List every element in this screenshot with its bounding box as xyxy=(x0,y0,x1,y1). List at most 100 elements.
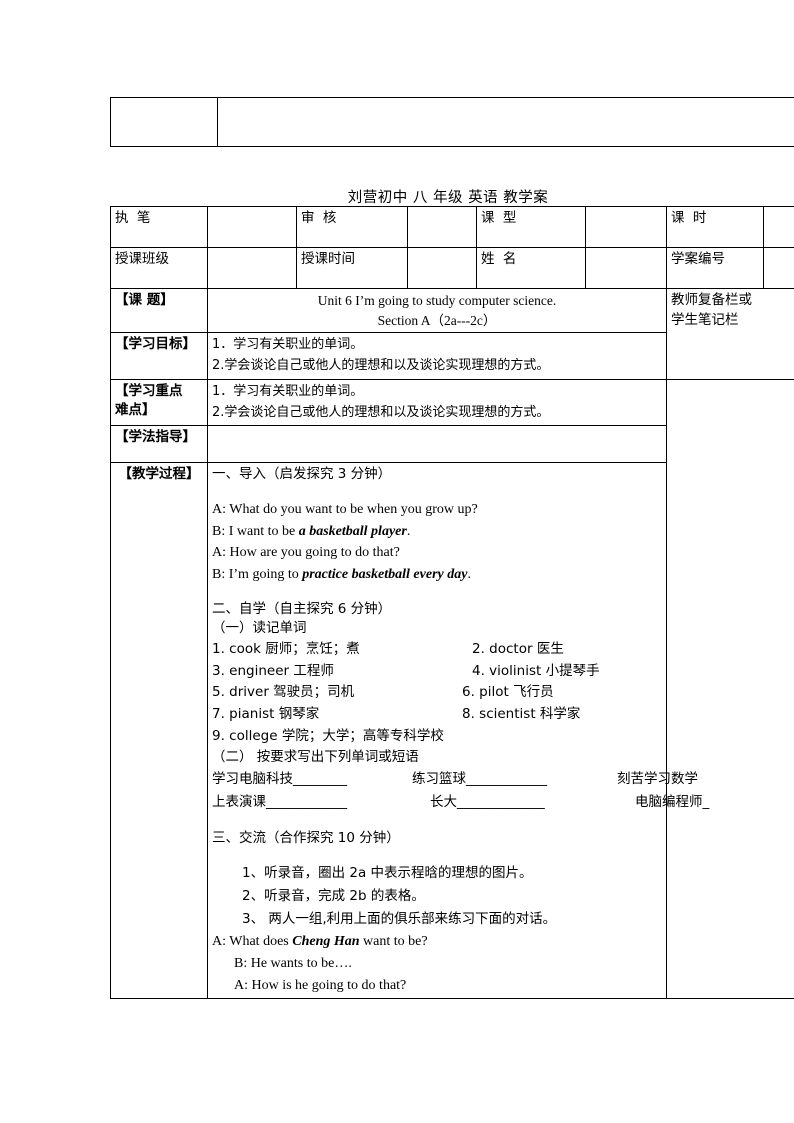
dialog-emphasis: practice basketball every day xyxy=(302,566,468,582)
meta-value-class[interactable] xyxy=(207,247,297,289)
meta-value-date[interactable] xyxy=(407,247,477,289)
key-point-line-2: 2.学会谈论自己或他人的理想和以及谈论实现理想的方式。 xyxy=(212,404,550,420)
method-guide-content[interactable] xyxy=(207,425,667,464)
table-row: 授课班级 授课时间 姓 名 学案编号 xyxy=(110,247,794,289)
section-label-objectives: 【学习目标】 xyxy=(110,332,208,380)
meta-label-date: 授课时间 xyxy=(296,247,408,289)
vocab-entry: 9. college 学院；大学；高等专科学校 xyxy=(212,728,444,745)
part2-heading: 二、自学（自主探究 6 分钟） xyxy=(212,600,392,617)
dialog-emphasis: a basketball player xyxy=(298,523,407,539)
dialog-text: What does xyxy=(226,934,293,950)
dialog-line: A: What does Cheng Han want to be? xyxy=(212,931,662,953)
list-item: 3. engineer 工程师 4. violinist 小提琴手 xyxy=(212,661,662,683)
section-label-process: 【教学过程】 xyxy=(110,462,208,1000)
fill-blank-item[interactable]: 练习篮球____________ xyxy=(412,768,617,792)
dialog-speaker: B: xyxy=(212,566,226,582)
dialog-text: He wants to be…. xyxy=(247,955,352,971)
topic-line-2: Section A（2a---2c） xyxy=(377,312,497,328)
vocab-entry: 7. pianist 钢琴家 xyxy=(212,706,320,723)
meta-label-reviewer: 审 核 xyxy=(296,206,408,248)
part1-heading: 一、导入（启发探究 3 分钟） xyxy=(212,466,392,483)
dialog-line: A: How are you going to do that? xyxy=(212,542,662,564)
meta-value-lesson-type[interactable] xyxy=(585,206,667,248)
part2-sub1: （一）读记单词 xyxy=(212,620,307,637)
fill-blank-item[interactable]: 上表演课____________ xyxy=(212,791,412,815)
dialog-line: B: I want to be a basketball player. xyxy=(212,521,662,543)
top-empty-table xyxy=(110,97,794,147)
key-points-content: 1．学习有关职业的单词。 2.学会谈论自己或他人的理想和以及谈论实现理想的方式。 xyxy=(207,378,667,427)
list-item: 5. driver 驾驶员；司机 6. pilot 飞行员 xyxy=(212,682,662,704)
key-points-label-line-1: 【学习重点 xyxy=(115,382,183,399)
meta-label-plan-number: 学案编号 xyxy=(666,247,764,289)
key-point-line-1: 1．学习有关职业的单词。 xyxy=(212,383,364,399)
key-points-label-line-2: 难点】 xyxy=(115,402,156,419)
meta-value-plan-number[interactable] xyxy=(763,247,794,289)
meta-label-name: 姓 名 xyxy=(476,247,586,289)
list-item: 1. cook 厨师；烹饪；煮 2. doctor 医生 xyxy=(212,639,662,661)
notes-line-1: 教师复备栏或 xyxy=(671,292,752,308)
meta-label-periods: 课 时 xyxy=(666,206,764,248)
meta-label-author: 执 笔 xyxy=(110,206,208,248)
fill-blank-item[interactable]: 长大_____________ xyxy=(412,791,635,815)
notes-line-2: 学生笔记栏 xyxy=(671,311,739,328)
table-row: 执 笔 审 核 课 型 课 时 xyxy=(110,206,794,248)
dialog-text: I want to be xyxy=(225,523,299,539)
dialog-line: B: I’m going to practice basketball ever… xyxy=(212,564,662,586)
section-label-topic: 【课 题】 xyxy=(110,287,208,334)
meta-value-periods[interactable] xyxy=(763,206,794,248)
table-row: 【学习重点 难点】 1．学习有关职业的单词。 2.学会谈论自己或他人的理想和以及… xyxy=(110,378,794,1000)
meta-label-lesson-type: 课 型 xyxy=(476,206,586,248)
dialog-line: A: What do you want to be when you grow … xyxy=(212,499,662,521)
part3-dialog: A: What does Cheng Han want to be? B: He… xyxy=(212,931,662,996)
task-list: 1、听录音，圈出 2a 中表示程晗的理想的图片。 2、听录音，完成 2b 的表格… xyxy=(212,862,662,931)
list-item: 7. pianist 钢琴家 8. scientist 科学家 xyxy=(212,704,662,726)
dialog-speaker: B: xyxy=(234,955,248,971)
meta-label-class: 授课班级 xyxy=(110,247,208,289)
fill-in-blanks: 学习电脑科技________ 练习篮球____________ 刻苦学习数学 上… xyxy=(212,768,709,815)
section-label-key-points: 【学习重点 难点】 xyxy=(110,378,208,427)
fill-blank-item[interactable]: 刻苦学习数学 xyxy=(617,768,698,792)
fill-blank-item[interactable]: 学习电脑科技________ xyxy=(212,768,412,792)
objective-line-2: 2.学会谈论自己或他人的理想和以及谈论实现理想的方式。 xyxy=(212,357,550,373)
dialog-speaker: B: xyxy=(212,523,226,539)
dialog-line: B: He wants to be…. xyxy=(212,953,662,975)
dialog-text-tail: . xyxy=(467,566,471,582)
topic-line-1: Unit 6 I’m going to study computer scien… xyxy=(317,293,557,308)
part1-dialog: A: What do you want to be when you grow … xyxy=(212,499,662,586)
task-item: 1、听录音，圈出 2a 中表示程晗的理想的图片。 xyxy=(242,865,533,882)
dialog-speaker: A: xyxy=(212,545,226,561)
document-page: 刘营初中 八 年级 英语 教学案 执 笔 审 核 课 型 课 时 授课班级 授课… xyxy=(0,0,794,1123)
meta-value-reviewer[interactable] xyxy=(407,206,477,248)
lesson-body: 一、导入（启发探究 3 分钟） A: What do you want to b… xyxy=(207,462,709,1000)
top-table-cell-left xyxy=(110,97,218,147)
meta-value-author[interactable] xyxy=(207,206,297,248)
dialog-speaker: A: xyxy=(212,934,226,950)
part2-sub2: （二） 按要求写出下列单词或短语 xyxy=(212,749,419,766)
fill-blank-item[interactable]: 电脑编程师_ xyxy=(635,791,709,815)
vocab-entry: 1. cook 厨师；烹饪；煮 xyxy=(212,640,360,657)
task-item: 3、 两人一组,利用上面的俱乐部来练习下面的对话。 xyxy=(242,911,557,928)
topic-content: Unit 6 I’m going to study computer scien… xyxy=(207,287,667,334)
notes-column-lower[interactable] xyxy=(666,378,794,1000)
dialog-speaker: A: xyxy=(234,977,248,993)
part3-heading: 三、交流（合作探究 10 分钟） xyxy=(212,829,400,846)
top-table-cell-right xyxy=(217,97,794,147)
fill-row: 上表演课____________ 长大_____________ 电脑编程师_ xyxy=(212,791,709,815)
dialog-line: A: How is he going to do that? xyxy=(212,975,662,997)
vocab-entry: 6. pilot 飞行员 xyxy=(462,684,554,701)
vocab-entry: 5. driver 驾驶员；司机 xyxy=(212,684,355,701)
page-title: 刘营初中 八 年级 英语 教学案 xyxy=(347,190,549,206)
notes-column[interactable]: 教师复备栏或 学生笔记栏 xyxy=(666,288,794,380)
dialog-speaker: A: xyxy=(212,501,226,517)
dialog-text-tail: want to be? xyxy=(359,934,428,950)
meta-value-name[interactable] xyxy=(585,247,667,289)
lesson-plan-table: 执 笔 审 核 课 型 课 时 授课班级 授课时间 姓 名 学案编号 【课 题】… xyxy=(110,206,794,1000)
dialog-text: How are you going to do that? xyxy=(226,545,400,561)
task-item: 2、听录音，完成 2b 的表格。 xyxy=(242,888,425,905)
top-empty-table-container xyxy=(110,97,794,147)
section-label-method-guide: 【学法指导】 xyxy=(110,425,208,464)
dialog-text: What do you want to be when you grow up? xyxy=(226,501,478,517)
